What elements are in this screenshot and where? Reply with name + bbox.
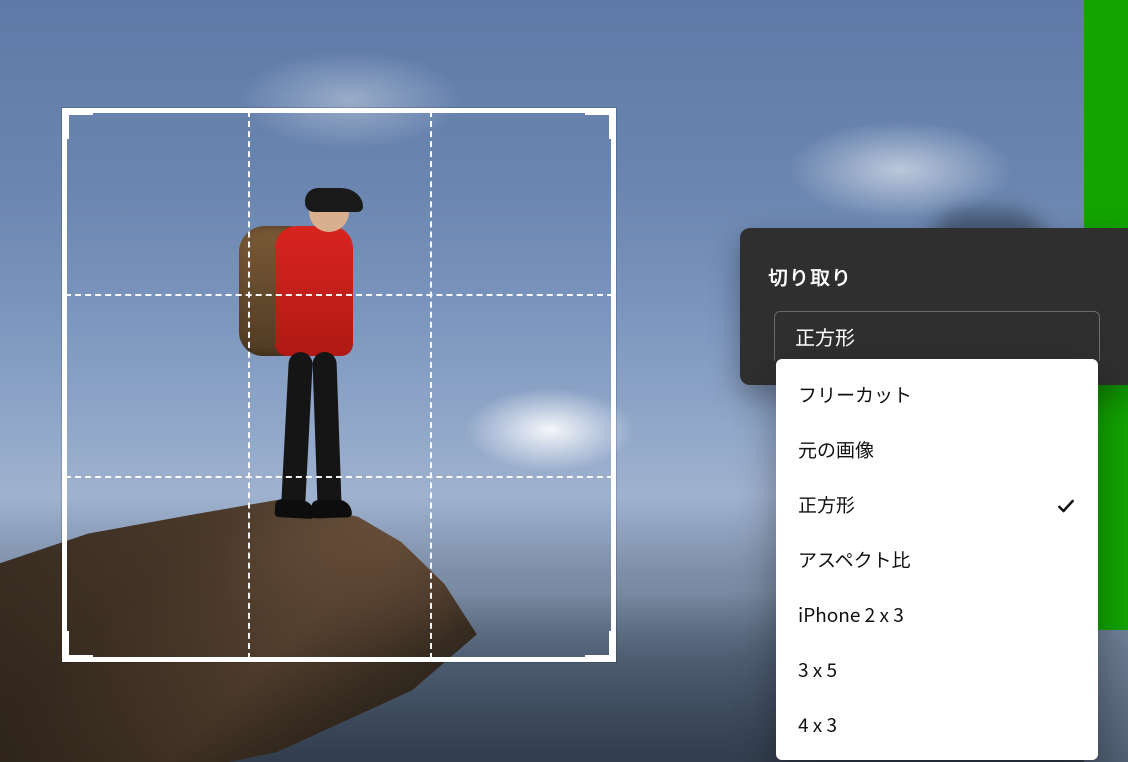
aspect-option-5[interactable]: 3 x 5 [776, 642, 1098, 697]
aspect-option-0[interactable]: フリーカット [776, 367, 1098, 422]
aspect-option-3[interactable]: アスペクト比 [776, 532, 1098, 587]
aspect-option-label: iPhone 2 x 3 [798, 601, 904, 628]
aspect-option-1[interactable]: 元の画像 [776, 422, 1098, 477]
aspect-select[interactable]: 正方形 [774, 311, 1100, 361]
crop-handle-bottom-left[interactable] [65, 631, 93, 659]
crop-grid-vertical-1 [248, 111, 250, 659]
crop-grid-vertical-2 [430, 111, 432, 659]
crop-handle-top-left[interactable] [65, 111, 93, 139]
image-editor-canvas: 切り取り 正方形 フリーカット元の画像正方形アスペクト比iPhone 2 x 3… [0, 0, 1128, 762]
aspect-select-value[interactable]: 正方形 [774, 311, 1100, 361]
aspect-option-4[interactable]: iPhone 2 x 3 [776, 587, 1098, 642]
crop-grid-horizontal-2 [65, 476, 613, 478]
aspect-option-label: 元の画像 [798, 436, 874, 463]
aspect-option-label: 正方形 [798, 491, 855, 518]
check-icon [1056, 495, 1076, 515]
crop-grid-horizontal-1 [65, 294, 613, 296]
crop-handle-bottom-right[interactable] [585, 631, 613, 659]
aspect-option-6[interactable]: 4 x 3 [776, 697, 1098, 752]
aspect-option-label: アスペクト比 [798, 546, 911, 573]
panel-title: 切り取り [740, 252, 1128, 311]
aspect-option-2[interactable]: 正方形 [776, 477, 1098, 532]
aspect-option-label: フリーカット [798, 381, 912, 408]
crop-frame[interactable] [62, 108, 616, 662]
aspect-dropdown[interactable]: フリーカット元の画像正方形アスペクト比 iPhone 2 x 3 3 x 5 4 x … [776, 359, 1098, 760]
crop-handle-top-right[interactable] [585, 111, 613, 139]
aspect-option-label: 4 x 3 [798, 711, 837, 738]
aspect-option-label: 3 x 5 [798, 656, 837, 683]
